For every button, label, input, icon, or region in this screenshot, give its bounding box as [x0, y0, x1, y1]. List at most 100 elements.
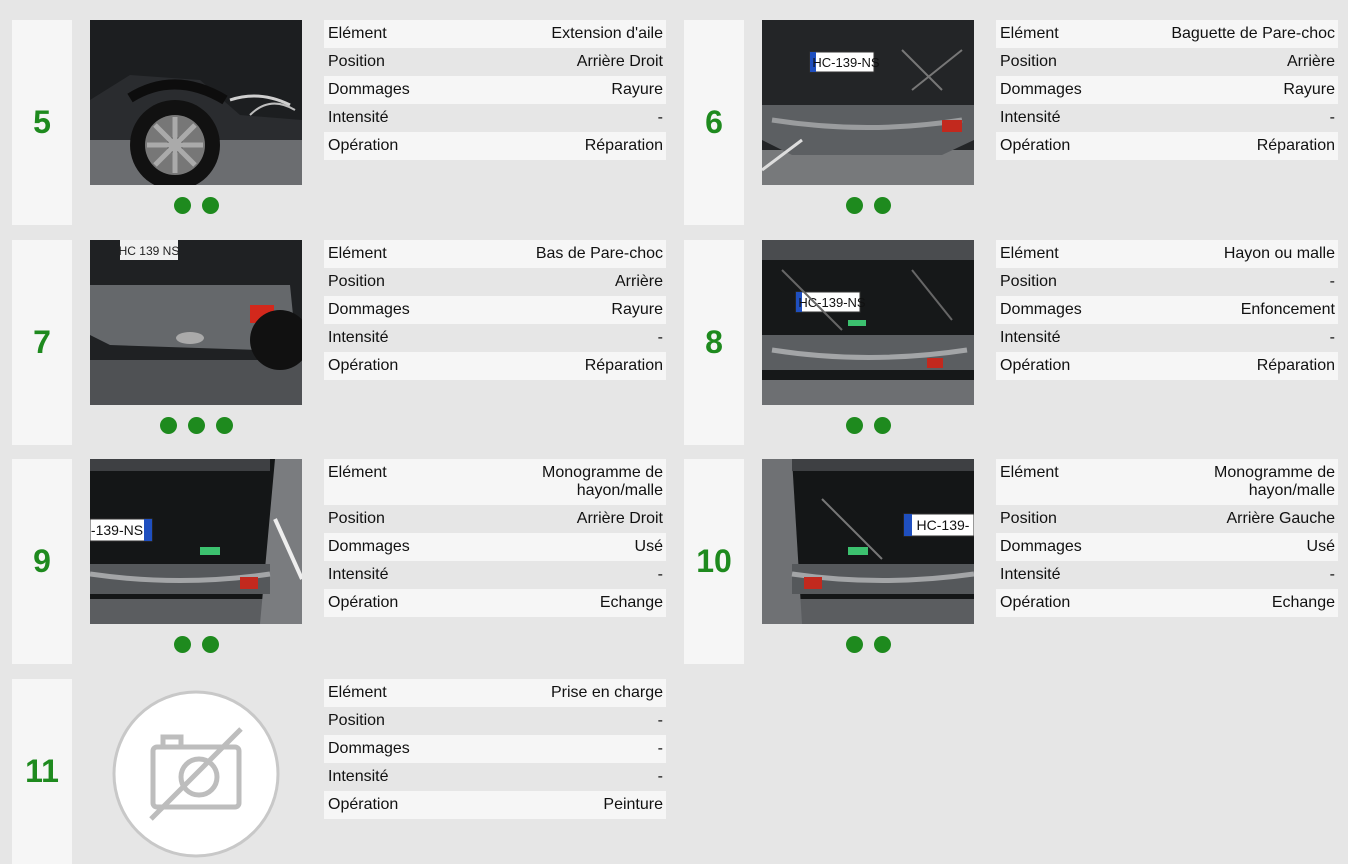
- detail-label: Intensité: [1000, 566, 1061, 583]
- detail-label: Dommages: [328, 740, 410, 757]
- damage-details-table: Elément Monogramme de hayon/malle Positi…: [996, 459, 1338, 617]
- detail-label: Opération: [328, 357, 399, 374]
- detail-row-operation: Opération Réparation: [996, 352, 1338, 380]
- pagination-dot[interactable]: [201, 197, 219, 214]
- pagination-dot[interactable]: [845, 417, 863, 434]
- detail-label: Elément: [1000, 25, 1059, 42]
- detail-value: Arrière: [1286, 53, 1335, 70]
- damage-photo[interactable]: [90, 20, 302, 185]
- detail-row-intensite: Intensité -: [324, 104, 666, 132]
- detail-label: Intensité: [328, 329, 389, 346]
- detail-label: Dommages: [328, 81, 410, 98]
- detail-value: -: [1329, 566, 1335, 583]
- detail-value: Enfoncement: [1240, 301, 1335, 318]
- detail-value: -: [657, 566, 663, 583]
- damage-photo[interactable]: HC-139-NS: [762, 240, 974, 405]
- detail-label: Intensité: [1000, 109, 1061, 126]
- car-rear-right-image: -139-NS: [90, 459, 302, 624]
- detail-value: Arrière Droit: [576, 510, 663, 527]
- pagination-dot[interactable]: [187, 417, 205, 434]
- damage-photo[interactable]: HC-139-: [762, 459, 974, 624]
- pagination-dot[interactable]: [159, 417, 177, 434]
- damage-card-5: 5 Elément Extension d'aile Position Arri…: [12, 20, 676, 225]
- detail-row-operation: Opération Réparation: [996, 132, 1338, 160]
- detail-row-operation: Opération Peinture: [324, 791, 666, 819]
- detail-value: Peinture: [603, 796, 663, 813]
- pagination-dot[interactable]: [845, 636, 863, 653]
- card-number-panel: 11: [12, 679, 72, 864]
- detail-value: Hayon ou malle: [1223, 245, 1335, 262]
- detail-row-dommages: Dommages Rayure: [324, 296, 666, 324]
- damage-details-table: Elément Hayon ou malle Position - Dommag…: [996, 240, 1338, 380]
- detail-value: Usé: [1306, 538, 1335, 555]
- detail-value: -: [1329, 329, 1335, 346]
- detail-row-element: Elément Baguette de Pare-choc: [996, 20, 1338, 48]
- detail-row-position: Position Arrière Droit: [324, 505, 666, 533]
- pagination-dot[interactable]: [215, 417, 233, 434]
- damage-card-11: 11 Elément Prise en charge Position - Do…: [12, 679, 676, 864]
- no-camera-icon: [112, 690, 280, 858]
- car-rear-bumper-image: HC 139 NS: [90, 240, 302, 405]
- detail-row-intensite: Intensité -: [996, 104, 1338, 132]
- no-photo-placeholder: [90, 679, 302, 864]
- detail-value: Echange: [1271, 594, 1335, 611]
- pagination-dot[interactable]: [873, 636, 891, 653]
- card-number-panel: 7: [12, 240, 72, 445]
- car-tailgate-image: HC-139-NS: [762, 240, 974, 405]
- card-number-panel: 8: [684, 240, 744, 445]
- detail-row-position: Position Arrière: [996, 48, 1338, 76]
- pagination-dot[interactable]: [845, 197, 863, 214]
- detail-label: Position: [1000, 53, 1057, 70]
- detail-row-element: Elément Bas de Pare-choc: [324, 240, 666, 268]
- card-number: 10: [696, 543, 732, 579]
- detail-label: Opération: [328, 796, 399, 813]
- detail-value: Baguette de Pare-choc: [1171, 25, 1335, 42]
- detail-label: Dommages: [328, 538, 410, 555]
- detail-row-position: Position -: [324, 707, 666, 735]
- damage-photo[interactable]: -139-NS: [90, 459, 302, 624]
- detail-row-position: Position Arrière Gauche: [996, 505, 1338, 533]
- damage-card-8: 8 HC-139-NS Elément Hayon ou malle Posit…: [684, 240, 1348, 445]
- damage-details-table: Elément Extension d'aile Position Arrièr…: [324, 20, 666, 160]
- detail-label: Opération: [328, 594, 399, 611]
- detail-label: Opération: [1000, 137, 1071, 154]
- pagination-dot[interactable]: [873, 197, 891, 214]
- damage-photo[interactable]: HC-139-NS: [762, 20, 974, 185]
- detail-value: -: [1329, 109, 1335, 126]
- car-rear-left-image: HC-139-: [762, 459, 974, 624]
- damage-details-table: Elément Bas de Pare-choc Position Arrièr…: [324, 240, 666, 380]
- car-side-wheel-image: [90, 20, 302, 185]
- photo-pagination: [762, 636, 974, 653]
- pagination-dot[interactable]: [201, 636, 219, 653]
- detail-row-position: Position Arrière: [324, 268, 666, 296]
- detail-row-operation: Opération Réparation: [324, 132, 666, 160]
- detail-label: Intensité: [328, 566, 389, 583]
- card-number-panel: 5: [12, 20, 72, 225]
- detail-value: Rayure: [611, 301, 663, 318]
- detail-label: Dommages: [328, 301, 410, 318]
- detail-value: Arrière Gauche: [1226, 510, 1336, 527]
- detail-row-dommages: Dommages Usé: [324, 533, 666, 561]
- detail-label: Opération: [1000, 594, 1071, 611]
- detail-row-intensite: Intensité -: [324, 763, 666, 791]
- pagination-dot[interactable]: [173, 197, 191, 214]
- damage-photo[interactable]: HC 139 NS: [90, 240, 302, 405]
- pagination-dot[interactable]: [873, 417, 891, 434]
- detail-row-dommages: Dommages Enfoncement: [996, 296, 1338, 324]
- detail-label: Position: [328, 712, 385, 729]
- detail-label: Elément: [328, 25, 387, 42]
- damage-details-table: Elément Baguette de Pare-choc Position A…: [996, 20, 1338, 160]
- detail-label: Intensité: [328, 768, 389, 785]
- damage-card-6: 6 HC-139-NS Elément Baguette de Pare-cho…: [684, 20, 1348, 225]
- photo-pagination: [90, 636, 302, 653]
- card-number: 9: [33, 543, 51, 579]
- detail-value: Prise en charge: [550, 684, 663, 701]
- car-rear-plate-image: HC-139-NS: [762, 20, 974, 185]
- photo-pagination: [762, 197, 974, 214]
- detail-label: Dommages: [1000, 81, 1082, 98]
- detail-row-element: Elément Prise en charge: [324, 679, 666, 707]
- photo-pagination: [90, 197, 302, 214]
- pagination-dot[interactable]: [173, 636, 191, 653]
- card-number-panel: 6: [684, 20, 744, 225]
- damage-details-table: Elément Prise en charge Position - Domma…: [324, 679, 666, 819]
